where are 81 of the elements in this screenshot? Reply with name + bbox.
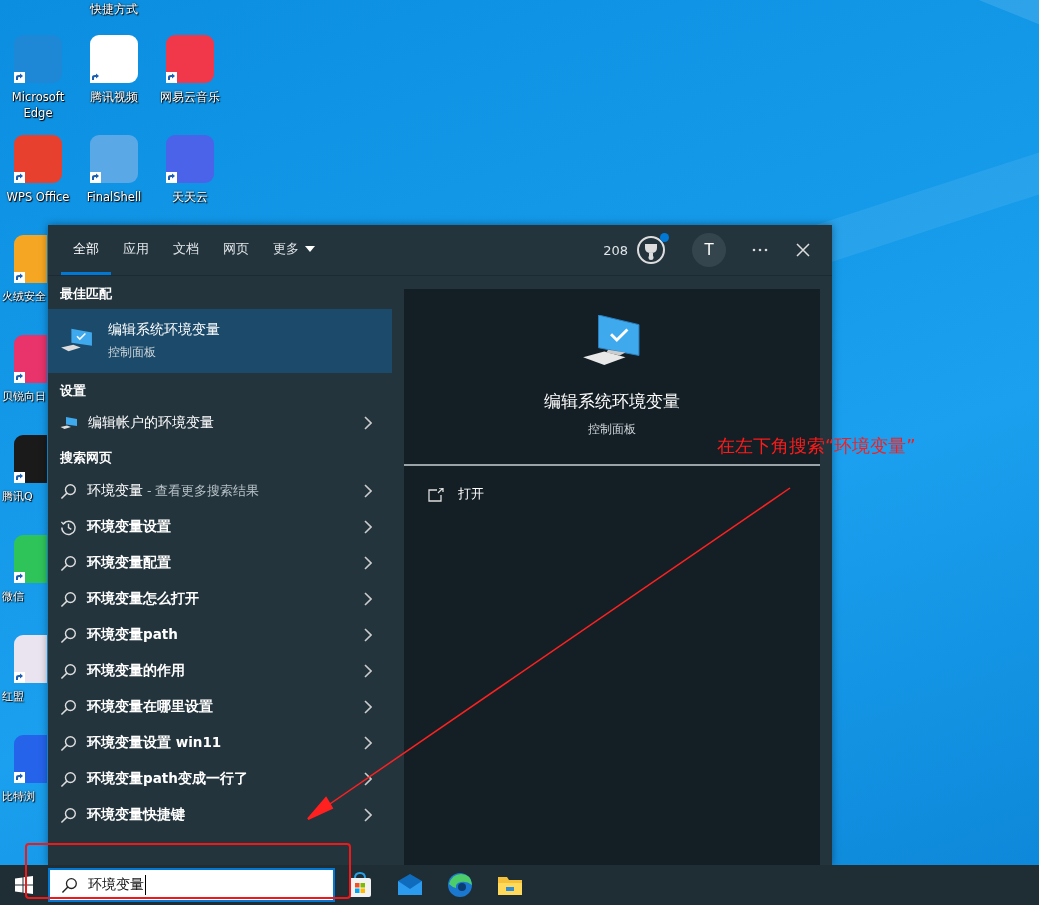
chevron-right-icon: [364, 700, 372, 714]
web-search-suggestion[interactable]: 环境变量path: [48, 617, 392, 653]
preview-subtitle: 控制面板: [588, 421, 636, 438]
app-tile-icon[interactable]: [14, 335, 47, 383]
web-search-suggestion[interactable]: 环境变量快捷键: [48, 797, 392, 833]
web-search-suggestion[interactable]: 环境变量设置: [48, 509, 392, 545]
preview-title: 编辑系统环境变量: [544, 391, 680, 413]
section-heading: 设置: [59, 382, 87, 400]
chevron-right-icon: [364, 664, 372, 678]
search-icon: [60, 806, 77, 824]
chevron-right-icon: [364, 484, 372, 498]
shortcut-arrow-icon: [14, 72, 25, 83]
app-tile-icon[interactable]: [14, 135, 62, 183]
section-heading: 搜索网页: [59, 449, 113, 467]
shortcut-arrow-icon: [14, 772, 25, 783]
search-icon: [60, 698, 77, 716]
search-icon: [60, 770, 77, 788]
app-tile-icon[interactable]: [14, 535, 47, 583]
app-tile-icon[interactable]: [14, 435, 47, 483]
shortcut-arrow-icon: [166, 72, 177, 83]
shortcut-arrow-icon: [90, 72, 101, 83]
trophy-icon[interactable]: [636, 235, 666, 265]
section-heading: 最佳匹配: [59, 285, 113, 303]
tab[interactable]: 网页: [211, 225, 261, 275]
search-icon: [60, 626, 77, 644]
history-clock-icon: [60, 518, 77, 536]
chevron-right-icon: [364, 628, 372, 642]
app-tile-icon[interactable]: [166, 35, 214, 83]
shortcut-arrow-icon: [14, 272, 25, 283]
tab[interactable]: 更多: [261, 225, 327, 275]
app-tile-icon[interactable]: [14, 635, 47, 683]
shortcut-arrow-icon: [14, 672, 25, 683]
app-tile-icon[interactable]: [14, 735, 47, 783]
tab[interactable]: 全部: [61, 225, 111, 275]
chevron-right-icon: [364, 736, 372, 750]
result-subtitle: 控制面板: [108, 344, 157, 361]
app-tile-icon[interactable]: [90, 35, 138, 83]
close-icon[interactable]: [796, 243, 810, 257]
open-icon: [428, 487, 444, 502]
chevron-right-icon: [364, 808, 372, 822]
chevron-right-icon: [364, 416, 372, 430]
avatar[interactable]: T: [692, 233, 726, 267]
web-search-suggestion[interactable]: 环境变量path变成一行了: [48, 761, 392, 797]
shortcut-arrow-icon: [14, 372, 25, 383]
caret-icon: [305, 245, 315, 252]
search-icon: [60, 734, 77, 752]
web-search-suggestion[interactable]: 环境变量设置 win11: [48, 725, 392, 761]
search-field[interactable]: 环境变量: [48, 868, 335, 902]
shortcut-arrow-icon: [14, 572, 25, 583]
chevron-right-icon: [364, 520, 372, 534]
chevron-right-icon: [364, 592, 372, 606]
app-tile-icon[interactable]: [14, 35, 62, 83]
search-icon: [61, 876, 78, 894]
search-icon: [60, 590, 77, 608]
more-options-icon[interactable]: [752, 248, 768, 252]
tab[interactable]: 应用: [111, 225, 161, 275]
best-match-result[interactable]: 编辑系统环境变量 控制面板: [48, 309, 392, 373]
chevron-right-icon: [364, 556, 372, 570]
open-action[interactable]: 打开: [458, 486, 484, 503]
web-search-suggestion[interactable]: 环境变量怎么打开: [48, 581, 392, 617]
app-tile-icon[interactable]: [14, 235, 47, 283]
points-count: 208: [603, 242, 628, 258]
search-icon: [60, 554, 77, 572]
search-icon: [60, 482, 77, 500]
result-title: 编辑系统环境变量: [108, 321, 220, 339]
app-tile-icon[interactable]: [166, 135, 214, 183]
computer-icon: [60, 415, 78, 431]
computer-icon: [583, 315, 641, 367]
tab[interactable]: 文档: [161, 225, 211, 275]
shortcut-arrow-icon: [14, 472, 25, 483]
web-search-suggestion[interactable]: 环境变量 - 查看更多搜索结果: [48, 473, 392, 509]
shortcut-arrow-icon: [14, 172, 25, 183]
web-search-suggestion[interactable]: 环境变量在哪里设置: [48, 689, 392, 725]
chevron-right-icon: [364, 772, 372, 786]
web-search-suggestion[interactable]: 环境变量的作用: [48, 653, 392, 689]
settings-result[interactable]: 编辑帐户的环境变量: [48, 406, 392, 440]
shortcut-arrow-icon: [166, 172, 177, 183]
app-tile-icon[interactable]: [90, 135, 138, 183]
search-icon: [60, 662, 77, 680]
web-search-suggestion[interactable]: 环境变量配置: [48, 545, 392, 581]
shortcut-arrow-icon: [90, 172, 101, 183]
